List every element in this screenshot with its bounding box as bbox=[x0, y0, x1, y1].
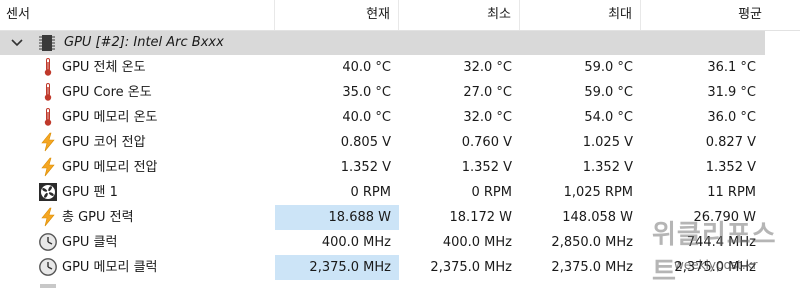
value-max: 148.058 W bbox=[562, 210, 633, 225]
chip-icon bbox=[39, 35, 55, 51]
sensor-label: GPU 메모리 온도 bbox=[62, 110, 158, 125]
value-min: 32.0 °C bbox=[463, 110, 512, 125]
value-min: 0 RPM bbox=[471, 185, 513, 200]
value-max: 1.025 V bbox=[582, 135, 633, 150]
fan-icon bbox=[38, 182, 58, 202]
value-avg: 36.0 °C bbox=[707, 110, 756, 125]
value-max: 1.352 V bbox=[582, 160, 633, 175]
value-max: 59.0 °C bbox=[584, 85, 633, 100]
sensor-row[interactable]: GPU 팬 1 0 RPM 0 RPM 1,025 RPM 11 RPM bbox=[0, 180, 800, 205]
sensor-label: GPU 팬 1 bbox=[62, 185, 118, 200]
value-current: 40.0 °C bbox=[342, 110, 391, 125]
value-current: 2,375.0 MHz bbox=[275, 255, 399, 280]
value-avg: 11 RPM bbox=[707, 185, 756, 200]
sensor-label: GPU 메모리 전압 bbox=[62, 160, 158, 175]
value-current: 35.0 °C bbox=[342, 85, 391, 100]
thermometer-icon bbox=[38, 82, 58, 102]
value-min: 400.0 MHz bbox=[442, 235, 512, 250]
value-min: 32.0 °C bbox=[463, 60, 512, 75]
sensor-row[interactable]: GPU Core 온도 35.0 °C 27.0 °C 59.0 °C 31.9 °C bbox=[0, 80, 800, 105]
sensor-group-gpu[interactable]: GPU [#2]: Intel Arc Bxxx bbox=[0, 31, 765, 55]
sensor-row[interactable]: GPU 메모리 전압 1.352 V 1.352 V 1.352 V 1.352 V bbox=[0, 155, 800, 180]
thermometer-icon bbox=[38, 57, 58, 77]
chevron-down-icon[interactable] bbox=[10, 34, 24, 52]
value-avg: 31.9 °C bbox=[707, 85, 756, 100]
value-max: 2,375.0 MHz bbox=[551, 260, 633, 275]
lightning-icon bbox=[38, 157, 58, 177]
value-min: 1.352 V bbox=[461, 160, 512, 175]
sensor-label: GPU 전체 온도 bbox=[62, 60, 146, 75]
value-max: 1,025 RPM bbox=[563, 185, 633, 200]
value-max: 59.0 °C bbox=[584, 60, 633, 75]
sensor-label: GPU Core 온도 bbox=[62, 85, 152, 100]
value-max: 54.0 °C bbox=[584, 110, 633, 125]
column-header-sensor[interactable]: 센서 bbox=[0, 0, 275, 30]
value-min: 2,375.0 MHz bbox=[430, 260, 512, 275]
value-min: 0.760 V bbox=[461, 135, 512, 150]
value-avg: 36.1 °C bbox=[707, 60, 756, 75]
sensor-row[interactable]: GPU 전체 온도 40.0 °C 32.0 °C 59.0 °C 36.1 °C bbox=[0, 55, 800, 80]
value-current: 0 RPM bbox=[350, 185, 392, 200]
value-current: 1.352 V bbox=[340, 160, 391, 175]
sensor-row[interactable]: GPU 메모리 온도 40.0 °C 32.0 °C 54.0 °C 36.0 °C bbox=[0, 105, 800, 130]
column-header-min[interactable]: 최소 bbox=[399, 0, 520, 30]
lightning-icon bbox=[38, 207, 58, 227]
clock-icon bbox=[38, 257, 58, 277]
value-current: 18.688 W bbox=[275, 205, 399, 230]
sensor-row[interactable]: GPU 코어 전압 0.805 V 0.760 V 1.025 V 0.827 V bbox=[0, 130, 800, 155]
watermark-logo: 위클리포스트 bbox=[652, 220, 777, 287]
lightning-icon bbox=[38, 132, 58, 152]
partial-row-icon bbox=[40, 284, 56, 288]
value-max: 2,850.0 MHz bbox=[551, 235, 633, 250]
value-min: 18.172 W bbox=[449, 210, 512, 225]
column-header-max[interactable]: 최대 bbox=[520, 0, 641, 30]
value-current: 400.0 MHz bbox=[321, 235, 391, 250]
value-min: 27.0 °C bbox=[463, 85, 512, 100]
value-current: 40.0 °C bbox=[342, 60, 391, 75]
column-header-bar: 센서 현재 최소 최대 평균 bbox=[0, 0, 800, 31]
value-current: 0.805 V bbox=[340, 135, 391, 150]
sensor-group-title: GPU [#2]: Intel Arc Bxxx bbox=[64, 35, 224, 50]
thermometer-icon bbox=[38, 107, 58, 127]
watermark-url: weeklypost.kr bbox=[674, 258, 758, 272]
sensor-label: GPU 코어 전압 bbox=[62, 135, 146, 150]
value-avg: 1.352 V bbox=[705, 160, 756, 175]
sensor-label: GPU 클럭 bbox=[62, 235, 118, 250]
watermark: 위클리포스트 weeklypost.kr bbox=[650, 212, 800, 288]
column-header-avg[interactable]: 평균 bbox=[641, 0, 800, 30]
sensor-label: GPU 메모리 클럭 bbox=[62, 260, 158, 275]
sensor-label: 총 GPU 전력 bbox=[62, 210, 134, 225]
clock-icon bbox=[38, 232, 58, 252]
value-avg: 0.827 V bbox=[705, 135, 756, 150]
column-header-current[interactable]: 현재 bbox=[275, 0, 399, 30]
